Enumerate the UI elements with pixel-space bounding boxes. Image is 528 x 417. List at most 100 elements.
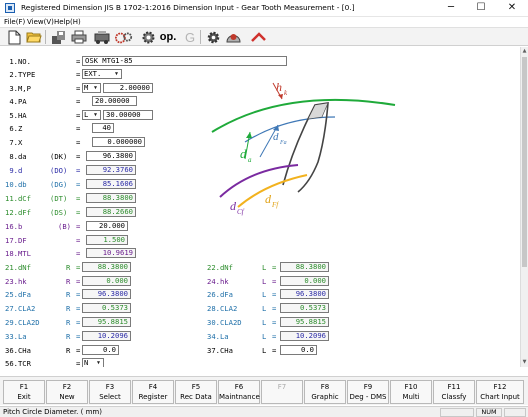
db-symbol: (DG) bbox=[50, 180, 68, 189]
f4-key: F4 bbox=[148, 383, 158, 391]
close-button[interactable]: ✕ bbox=[497, 0, 527, 16]
new-file-icon[interactable] bbox=[5, 29, 23, 45]
save-icon[interactable] bbox=[49, 29, 67, 45]
type-select[interactable]: EXT. ▼ bbox=[82, 69, 122, 79]
ha-direction-select[interactable]: L ▼ bbox=[82, 110, 101, 120]
dnf-l-value: 88.3800 bbox=[280, 262, 329, 272]
cha-r-label: 36.CHa bbox=[5, 346, 31, 355]
menu-view[interactable]: View(V) bbox=[27, 17, 54, 27]
da-diagram-sub: a bbox=[248, 156, 252, 164]
la-r-label: 33.La bbox=[5, 332, 27, 341]
hk-diagram-sub: k bbox=[284, 89, 288, 97]
cla2-l-label: 28.CLA2 bbox=[207, 304, 238, 313]
dcf-value: 88.3800 bbox=[86, 193, 136, 203]
f6-label: Maintnance bbox=[219, 393, 260, 401]
f11-key: F11 bbox=[447, 383, 461, 391]
mp-eq: = bbox=[76, 84, 81, 93]
hk-r-eq: = bbox=[76, 277, 81, 286]
scroll-up-icon[interactable]: ▲ bbox=[521, 47, 528, 55]
la-r-symbol: R bbox=[66, 332, 71, 341]
mp-unit-select[interactable]: M ▼ bbox=[82, 83, 101, 93]
f2-new-button[interactable]: F2 New bbox=[46, 380, 88, 404]
db-label: 10.db bbox=[5, 180, 27, 189]
ha-input[interactable]: 30.00000 bbox=[103, 110, 153, 120]
f5-rec-data-button[interactable]: F5 Rec Data bbox=[175, 380, 217, 404]
gear-tooth-diagram: h k d Fa d a d Cf d Ff bbox=[211, 80, 396, 216]
f4-register-button[interactable]: F4 Register bbox=[132, 380, 174, 404]
hk-r-value: 0.000 bbox=[82, 276, 131, 286]
dcf-label: 11.dCf bbox=[5, 194, 31, 203]
mp-label: 3.M,P bbox=[5, 84, 31, 93]
maximize-button[interactable]: ☐ bbox=[466, 0, 496, 16]
mp-input[interactable]: 2.00000 bbox=[103, 83, 153, 93]
g-icon[interactable]: G bbox=[181, 29, 199, 45]
gear-wheel-icon[interactable] bbox=[139, 29, 157, 45]
z-eq: = bbox=[76, 124, 81, 133]
dcf-diagram-sub: Cf bbox=[237, 208, 245, 216]
db-eq: = bbox=[76, 180, 81, 189]
f3-label: Select bbox=[99, 393, 121, 401]
pa-eq: = bbox=[76, 97, 81, 106]
f11-classfy-button[interactable]: F11 Classfy bbox=[433, 380, 475, 404]
f8-key: F8 bbox=[320, 383, 330, 391]
tcr-select[interactable]: N ▼ bbox=[82, 358, 104, 367]
x-label: 7.X bbox=[5, 138, 23, 147]
op-icon[interactable]: op. bbox=[158, 29, 178, 45]
f4-label: Register bbox=[138, 393, 168, 401]
b-symbol: (B) bbox=[58, 222, 71, 231]
toolbar: op. G bbox=[0, 27, 528, 46]
dff-label: 12.dFf bbox=[5, 208, 31, 217]
num-lock-indicator: NUM bbox=[476, 408, 502, 417]
f6-maintenance-button[interactable]: F6 Maintnance bbox=[218, 380, 260, 404]
dcf-diagram-label: d bbox=[230, 199, 237, 213]
cog-gear-icon[interactable] bbox=[224, 29, 242, 45]
hk-l-symbol: L bbox=[262, 277, 267, 286]
la-l-value: 10.2096 bbox=[280, 331, 329, 341]
title-bar: Registered Dimension JIS B 1702-1:2016 D… bbox=[0, 0, 528, 17]
ha-label: 5.HA bbox=[5, 111, 27, 120]
f1-exit-button[interactable]: F1 Exit bbox=[3, 380, 45, 404]
pa-input[interactable]: 20.00000 bbox=[92, 96, 137, 106]
cha-r-input[interactable]: 0.0 bbox=[82, 345, 119, 355]
x-input[interactable]: 0.000000 bbox=[92, 137, 145, 147]
no-label: 1.NO. bbox=[5, 57, 31, 66]
gear-set-icon[interactable] bbox=[115, 29, 133, 45]
vertical-scrollbar[interactable]: ▲ ▼ bbox=[520, 47, 528, 367]
f3-select-button[interactable]: F3 Select bbox=[89, 380, 131, 404]
f10-multi-button[interactable]: F10 Multi bbox=[390, 380, 432, 404]
dcf-symbol: (DT) bbox=[50, 194, 68, 203]
cla2-l-eq: = bbox=[272, 304, 277, 313]
z-input[interactable]: 40 bbox=[92, 123, 114, 133]
scroll-down-icon[interactable]: ▼ bbox=[521, 358, 528, 366]
menu-file[interactable]: File(F) bbox=[4, 17, 25, 27]
f5-key: F5 bbox=[191, 383, 201, 391]
b-input[interactable]: 20.000 bbox=[86, 221, 128, 231]
f12-chart-input-button[interactable]: F12 Chart Input bbox=[476, 380, 524, 404]
minimize-button[interactable]: ─ bbox=[436, 0, 466, 16]
mtl-value: 10.9619 bbox=[86, 248, 136, 258]
dff-diagram-sub: Ff bbox=[271, 201, 279, 209]
cha-r-eq: = bbox=[76, 346, 81, 355]
f9-deg-dms-button[interactable]: F9 Deg - DMS bbox=[347, 380, 389, 404]
f2-key: F2 bbox=[62, 383, 72, 391]
f8-graphic-button[interactable]: F8 Graphic bbox=[304, 380, 346, 404]
ha-eq: = bbox=[76, 111, 81, 120]
scrollbar-thumb[interactable] bbox=[522, 57, 527, 267]
print-icon[interactable] bbox=[70, 29, 88, 45]
hk-r-symbol: R bbox=[66, 277, 71, 286]
menu-help[interactable]: Help(H) bbox=[54, 17, 81, 27]
cha-l-input[interactable]: 0.0 bbox=[280, 345, 317, 355]
da-label: 8.da bbox=[5, 152, 27, 161]
la-l-symbol: L bbox=[262, 332, 267, 341]
f3-key: F3 bbox=[105, 383, 115, 391]
hk-l-value: 0.000 bbox=[280, 276, 329, 286]
dfa-r-label: 25.dFa bbox=[5, 290, 31, 299]
settings-gear-icon[interactable] bbox=[204, 29, 222, 45]
tooth-tip bbox=[307, 102, 329, 120]
open-folder-icon[interactable] bbox=[25, 29, 43, 45]
gear-truck-icon[interactable] bbox=[93, 29, 111, 45]
toolbar-separator bbox=[45, 30, 46, 44]
da-input[interactable]: 96.3800 bbox=[86, 151, 136, 161]
cla2-r-value: 0.5373 bbox=[82, 303, 131, 313]
red-arrow-icon[interactable] bbox=[249, 29, 267, 45]
